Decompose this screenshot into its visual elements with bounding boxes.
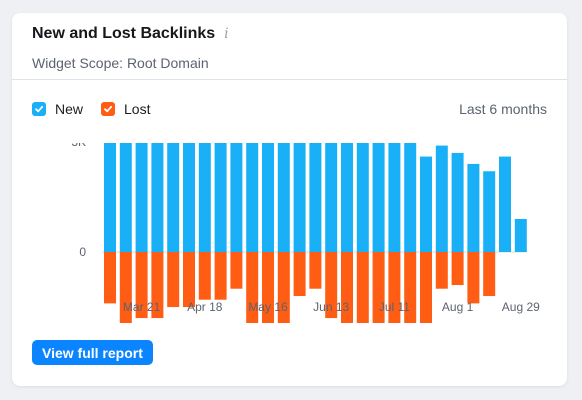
legend-label-lost: Lost bbox=[124, 101, 151, 117]
bar-lost bbox=[483, 252, 496, 297]
x-tick-label: Aug 1 bbox=[442, 300, 474, 314]
x-tick-label: May 16 bbox=[248, 300, 288, 314]
bar-lost bbox=[467, 252, 480, 304]
bar-new bbox=[514, 218, 527, 252]
bar-new bbox=[262, 143, 274, 253]
widget-header: New and Lost Backlinks i bbox=[32, 23, 547, 45]
x-tick-label: Jul 11 bbox=[379, 300, 410, 314]
backlinks-widget: New and Lost Backlinks i Widget Scope: R… bbox=[12, 13, 567, 386]
bar-lost bbox=[293, 252, 306, 297]
bar-new bbox=[183, 143, 195, 252]
bar-new bbox=[198, 143, 211, 252]
chart-legend: New Lost bbox=[32, 101, 168, 117]
bar-new bbox=[230, 143, 243, 252]
bar-new bbox=[404, 143, 417, 252]
checkbox-new-icon[interactable] bbox=[32, 102, 46, 116]
bar-new bbox=[167, 143, 180, 252]
bar-lost bbox=[435, 252, 448, 289]
bar-new bbox=[467, 163, 480, 252]
widget-scope: Widget Scope: Root Domain bbox=[32, 55, 209, 71]
y-tick-label: 3K bbox=[71, 143, 86, 149]
bar-new bbox=[451, 152, 464, 252]
bar-lost bbox=[104, 252, 116, 304]
bar-lost bbox=[198, 252, 211, 300]
legend-item-lost[interactable]: Lost bbox=[101, 101, 150, 117]
bar-new bbox=[356, 143, 369, 252]
x-tick-label: Aug 29 bbox=[502, 300, 540, 314]
bar-new bbox=[104, 143, 116, 252]
info-icon[interactable]: i bbox=[224, 26, 228, 42]
legend-item-new[interactable]: New bbox=[32, 101, 83, 117]
bar-new bbox=[499, 156, 511, 252]
x-tick-label: Apr 18 bbox=[187, 300, 223, 314]
bar-new bbox=[246, 143, 259, 252]
backlinks-chart: 9K6K3K0-3KMar 21Apr 18May 16Jun 13Jul 11… bbox=[71, 143, 540, 323]
bar-lost bbox=[356, 252, 369, 323]
legend-label-new: New bbox=[55, 101, 84, 117]
divider bbox=[12, 79, 567, 80]
bar-new bbox=[341, 143, 353, 252]
bar-new bbox=[483, 171, 496, 252]
bar-new bbox=[388, 143, 401, 252]
bar-lost bbox=[167, 252, 180, 308]
y-tick-label: 0 bbox=[79, 245, 86, 259]
bar-new bbox=[420, 156, 432, 252]
bar-new bbox=[277, 143, 290, 252]
period-label: Last 6 months bbox=[459, 101, 547, 117]
bar-lost bbox=[183, 252, 195, 308]
bar-new bbox=[151, 143, 164, 252]
bar-lost bbox=[230, 252, 243, 289]
bar-new bbox=[135, 143, 148, 252]
bar-lost bbox=[451, 252, 464, 286]
bar-new bbox=[214, 143, 227, 252]
bar-lost bbox=[214, 252, 227, 300]
checkbox-lost-icon[interactable] bbox=[101, 102, 116, 116]
bar-new bbox=[435, 145, 448, 252]
bar-new bbox=[119, 143, 132, 252]
bar-new bbox=[372, 143, 385, 252]
bar-lost bbox=[309, 252, 322, 289]
x-tick-label: Jun 13 bbox=[313, 300, 349, 314]
view-full-report-button[interactable]: View full report bbox=[32, 340, 153, 365]
x-tick-label: Mar 21 bbox=[123, 300, 161, 314]
bar-new bbox=[325, 143, 338, 252]
widget-title: New and Lost Backlinks bbox=[32, 25, 216, 42]
bar-new bbox=[309, 143, 322, 253]
bar-new bbox=[293, 143, 306, 252]
bar-lost bbox=[420, 252, 432, 323]
